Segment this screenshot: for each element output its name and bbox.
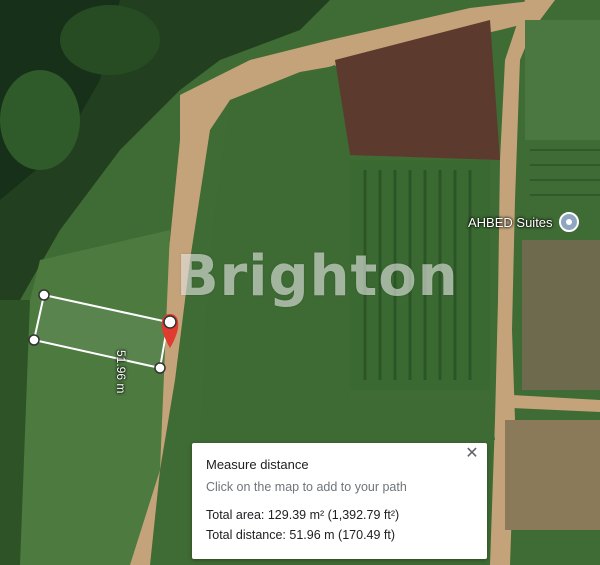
- total-area-value: 129.39 m² (1,392.79 ft²): [267, 508, 400, 522]
- right-plot-bare: [522, 240, 600, 390]
- total-distance-value: 51.96 m (170.49 ft): [289, 528, 396, 542]
- right-plot: [525, 20, 600, 140]
- total-area-label: Total area:: [206, 508, 265, 522]
- panel-hint: Click on the map to add to your path: [206, 480, 407, 494]
- measure-distance-panel: ✕ Measure distance Click on the map to a…: [192, 443, 487, 559]
- total-distance-label: Total distance:: [206, 528, 286, 542]
- right-plot-bottom: [505, 420, 600, 530]
- panel-title: Measure distance: [206, 457, 309, 472]
- poi-ahbed-suites[interactable]: AHBED Suites: [468, 212, 579, 232]
- tree-canopy: [60, 5, 160, 75]
- poi-label: AHBED Suites: [468, 214, 553, 230]
- measure-point[interactable]: [28, 334, 40, 346]
- total-area-row: Total area: 129.39 m² (1,392.79 ft²): [206, 508, 473, 522]
- tree-canopy: [0, 70, 80, 170]
- location-pin-icon: [558, 212, 579, 232]
- measure-point[interactable]: [38, 289, 50, 301]
- measure-point[interactable]: [154, 362, 166, 374]
- close-icon[interactable]: ✕: [463, 445, 481, 463]
- watermark-text: Brighton: [176, 244, 459, 309]
- total-distance-row: Total distance: 51.96 m (170.49 ft): [206, 528, 473, 542]
- measure-distance-label: 51.96 m: [114, 350, 128, 394]
